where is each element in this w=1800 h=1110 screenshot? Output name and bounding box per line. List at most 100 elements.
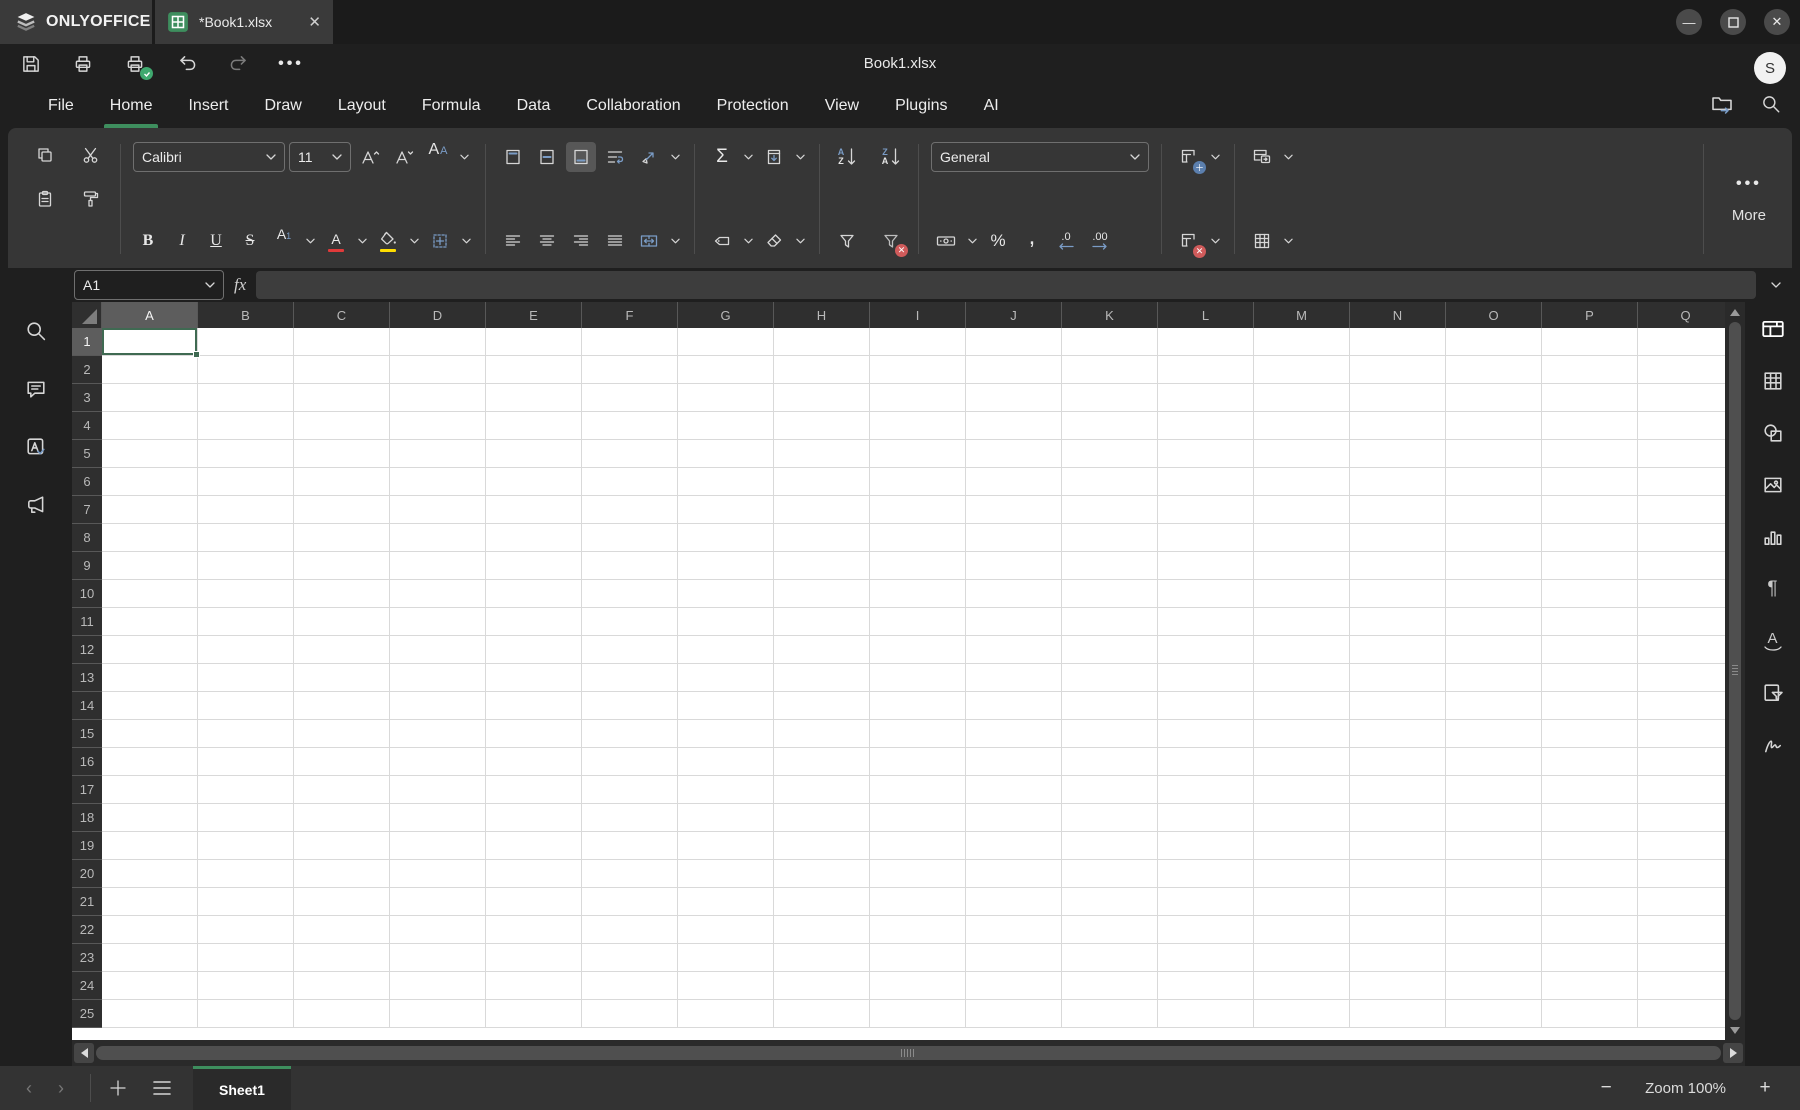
column-header-D[interactable]: D xyxy=(390,302,486,328)
cell-L17[interactable] xyxy=(1158,776,1254,804)
cell-G17[interactable] xyxy=(678,776,774,804)
cell-P19[interactable] xyxy=(1542,832,1638,860)
cell-M7[interactable] xyxy=(1254,496,1350,524)
slicer-settings-icon[interactable] xyxy=(1755,676,1791,710)
scroll-down-icon[interactable] xyxy=(1725,1022,1745,1038)
image-settings-icon[interactable] xyxy=(1755,468,1791,502)
cell-K15[interactable] xyxy=(1062,720,1158,748)
tab-home[interactable]: Home xyxy=(103,84,159,128)
cell-E24[interactable] xyxy=(486,972,582,1000)
cell-D13[interactable] xyxy=(390,664,486,692)
vertical-scroll-thumb[interactable] xyxy=(1729,322,1741,1020)
cell-N17[interactable] xyxy=(1350,776,1446,804)
cell-I12[interactable] xyxy=(870,636,966,664)
cell-G18[interactable] xyxy=(678,804,774,832)
cell-M24[interactable] xyxy=(1254,972,1350,1000)
row-header-22[interactable]: 22 xyxy=(72,916,102,944)
cell-H16[interactable] xyxy=(774,748,870,776)
cell-H11[interactable] xyxy=(774,608,870,636)
cell-I11[interactable] xyxy=(870,608,966,636)
cell-J14[interactable] xyxy=(966,692,1062,720)
cell-L24[interactable] xyxy=(1158,972,1254,1000)
cell-F8[interactable] xyxy=(582,524,678,552)
cell-O18[interactable] xyxy=(1446,804,1542,832)
horizontal-scroll-thumb[interactable] xyxy=(96,1046,1721,1060)
cell-J5[interactable] xyxy=(966,440,1062,468)
cell-L22[interactable] xyxy=(1158,916,1254,944)
cell-H21[interactable] xyxy=(774,888,870,916)
cell-G10[interactable] xyxy=(678,580,774,608)
cell-E23[interactable] xyxy=(486,944,582,972)
cell-N14[interactable] xyxy=(1350,692,1446,720)
more-button[interactable]: More xyxy=(1732,207,1766,224)
cell-F15[interactable] xyxy=(582,720,678,748)
cell-I5[interactable] xyxy=(870,440,966,468)
column-header-B[interactable]: B xyxy=(198,302,294,328)
cell-M8[interactable] xyxy=(1254,524,1350,552)
cell-N16[interactable] xyxy=(1350,748,1446,776)
cell-I4[interactable] xyxy=(870,412,966,440)
cell-H24[interactable] xyxy=(774,972,870,1000)
cell-P16[interactable] xyxy=(1542,748,1638,776)
row-header-15[interactable]: 15 xyxy=(72,720,102,748)
column-header-G[interactable]: G xyxy=(678,302,774,328)
cell-F25[interactable] xyxy=(582,1000,678,1028)
cell-D9[interactable] xyxy=(390,552,486,580)
cell-L2[interactable] xyxy=(1158,356,1254,384)
cell-P24[interactable] xyxy=(1542,972,1638,1000)
fill-down-button[interactable] xyxy=(759,142,789,172)
cell-L16[interactable] xyxy=(1158,748,1254,776)
cell-H1[interactable] xyxy=(774,328,870,356)
cell-L12[interactable] xyxy=(1158,636,1254,664)
cell-L25[interactable] xyxy=(1158,1000,1254,1028)
cell-H2[interactable] xyxy=(774,356,870,384)
row-header-20[interactable]: 20 xyxy=(72,860,102,888)
cell-D15[interactable] xyxy=(390,720,486,748)
cell-F2[interactable] xyxy=(582,356,678,384)
cell-I18[interactable] xyxy=(870,804,966,832)
font-color-dropdown-icon[interactable] xyxy=(355,226,369,256)
cell-B8[interactable] xyxy=(198,524,294,552)
decrease-font-size-button[interactable] xyxy=(389,142,419,172)
cell-M11[interactable] xyxy=(1254,608,1350,636)
italic-button[interactable]: I xyxy=(167,226,197,256)
cell-L23[interactable] xyxy=(1158,944,1254,972)
cell-K17[interactable] xyxy=(1062,776,1158,804)
cell-A6[interactable] xyxy=(102,468,198,496)
tab-data[interactable]: Data xyxy=(517,84,551,128)
cell-F23[interactable] xyxy=(582,944,678,972)
cell-Q22[interactable] xyxy=(1638,916,1725,944)
decrease-decimal-button[interactable]: .0 xyxy=(1051,226,1081,256)
cell-A4[interactable] xyxy=(102,412,198,440)
cell-J4[interactable] xyxy=(966,412,1062,440)
cell-A8[interactable] xyxy=(102,524,198,552)
cell-K12[interactable] xyxy=(1062,636,1158,664)
cell-Q24[interactable] xyxy=(1638,972,1725,1000)
column-header-N[interactable]: N xyxy=(1350,302,1446,328)
cell-O23[interactable] xyxy=(1446,944,1542,972)
row-header-6[interactable]: 6 xyxy=(72,468,102,496)
cell-H25[interactable] xyxy=(774,1000,870,1028)
cell-O20[interactable] xyxy=(1446,860,1542,888)
cell-F17[interactable] xyxy=(582,776,678,804)
cell-P25[interactable] xyxy=(1542,1000,1638,1028)
quick-print-button[interactable] xyxy=(120,50,153,80)
cell-A19[interactable] xyxy=(102,832,198,860)
column-header-F[interactable]: F xyxy=(582,302,678,328)
number-format-select[interactable]: General xyxy=(931,142,1149,172)
cell-B19[interactable] xyxy=(198,832,294,860)
scroll-right-icon[interactable] xyxy=(1723,1043,1743,1063)
cell-M4[interactable] xyxy=(1254,412,1350,440)
cell-I10[interactable] xyxy=(870,580,966,608)
subscript-superscript-button[interactable]: A1 xyxy=(269,226,299,256)
row-header-12[interactable]: 12 xyxy=(72,636,102,664)
align-top-button[interactable] xyxy=(498,142,528,172)
cell-I23[interactable] xyxy=(870,944,966,972)
cell-L7[interactable] xyxy=(1158,496,1254,524)
cell-F4[interactable] xyxy=(582,412,678,440)
cell-D3[interactable] xyxy=(390,384,486,412)
row-header-1[interactable]: 1 xyxy=(72,328,102,356)
cell-C15[interactable] xyxy=(294,720,390,748)
cell-B10[interactable] xyxy=(198,580,294,608)
cell-E2[interactable] xyxy=(486,356,582,384)
